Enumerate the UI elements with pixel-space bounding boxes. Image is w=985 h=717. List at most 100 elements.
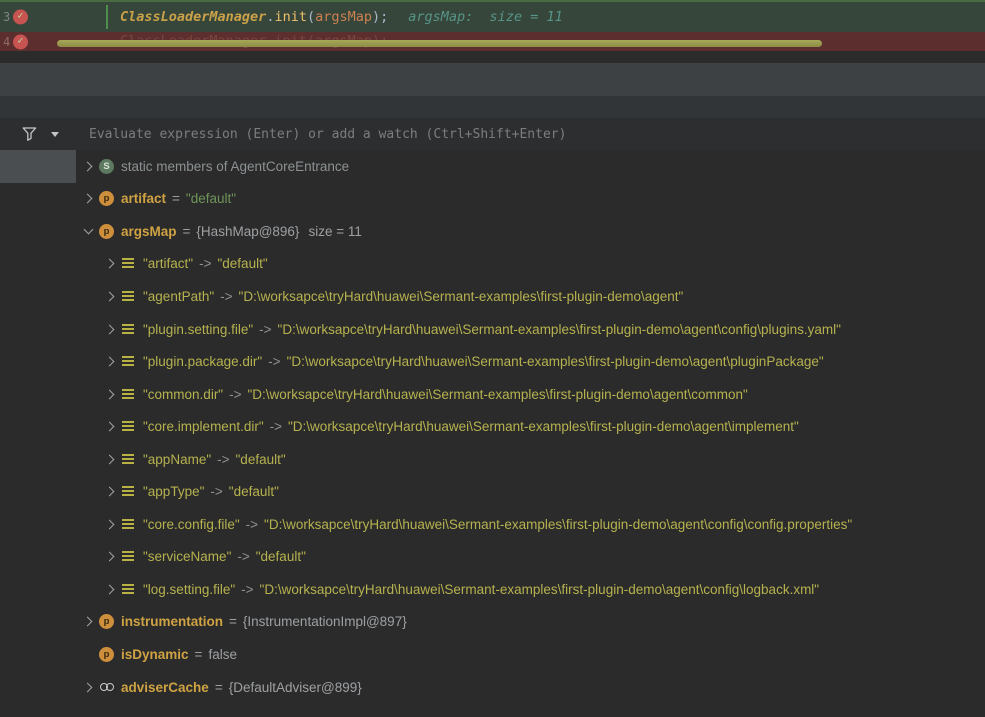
map-entry-icon xyxy=(121,419,136,434)
entry-value: "default" xyxy=(218,256,268,271)
chevron-right-icon[interactable] xyxy=(80,614,96,630)
tree-row-static-members[interactable]: S static members of AgentCoreEntrance xyxy=(0,150,985,183)
entry-key: "serviceName" xyxy=(143,549,231,564)
entry-key: "core.config.file" xyxy=(143,517,240,532)
chevron-right-icon[interactable] xyxy=(102,451,118,467)
chevron-right-icon[interactable] xyxy=(102,256,118,272)
entry-value: "default" xyxy=(256,549,306,564)
map-entry-icon xyxy=(121,322,136,337)
variable-name: argsMap xyxy=(121,224,177,239)
editor-current-line[interactable]: 3 ClassLoaderManager.init(argsMap);argsM… xyxy=(0,0,985,32)
tree-row-map-entry[interactable]: "common.dir" -> "D:\worksapce\tryHard\hu… xyxy=(0,378,985,411)
chevron-right-icon[interactable] xyxy=(102,484,118,500)
arrow: -> xyxy=(220,289,232,304)
chevron-down-icon[interactable] xyxy=(80,223,96,239)
arrow: -> xyxy=(259,322,271,337)
variable-value: "default" xyxy=(186,191,236,206)
chevron-right-icon[interactable] xyxy=(102,516,118,532)
equals-sign: = xyxy=(172,191,180,206)
entry-value: "D:\worksapce\tryHard\huawei\Sermant-exa… xyxy=(248,387,748,402)
arrow: -> xyxy=(268,354,280,369)
entry-value: "default" xyxy=(236,452,286,467)
variable-name: artifact xyxy=(121,191,166,206)
entry-value: "D:\worksapce\tryHard\huawei\Sermant-exa… xyxy=(260,582,820,597)
entry-key: "plugin.package.dir" xyxy=(143,354,262,369)
tree-row-map-entry[interactable]: "log.setting.file" -> "D:\worksapce\tryH… xyxy=(0,573,985,606)
breakpoint-verified-icon[interactable] xyxy=(13,10,28,25)
map-entry-icon xyxy=(121,484,136,499)
field-icon: p xyxy=(99,224,114,239)
arrow: -> xyxy=(210,484,222,499)
tree-row-instrumentation[interactable]: p instrumentation = {InstrumentationImpl… xyxy=(0,606,985,639)
variables-tree: S static members of AgentCoreEntrance p … xyxy=(0,150,985,703)
tree-row-map-entry[interactable]: "plugin.package.dir" -> "D:\worksapce\tr… xyxy=(0,345,985,378)
arrow: -> xyxy=(217,452,229,467)
code-line: ClassLoaderManager.init(argsMap);argsMap… xyxy=(120,9,563,25)
evaluate-expression-input[interactable]: Evaluate expression (Enter) or add a wat… xyxy=(89,127,566,142)
tree-row-map-entry[interactable]: "agentPath" -> "D:\worksapce\tryHard\hua… xyxy=(0,280,985,313)
tree-row-artifact[interactable]: p artifact = "default" xyxy=(0,183,985,216)
editor-breakpoint-line[interactable]: 4 ClassLoaderManager.init(argsMap); xyxy=(0,32,985,51)
variable-value: {HashMap@896} xyxy=(196,224,299,239)
tree-row-map-entry[interactable]: "artifact" -> "default" xyxy=(0,248,985,281)
horizontal-scrollbar-thumb[interactable] xyxy=(57,40,822,47)
variable-name: instrumentation xyxy=(121,614,223,629)
arrow: -> xyxy=(237,549,249,564)
inline-debugger-hint: argsMap: size = 11 xyxy=(408,9,562,25)
variable-value: false xyxy=(208,647,237,662)
method-token: init xyxy=(274,9,307,25)
entry-key: "appType" xyxy=(143,484,204,499)
class-name-token: ClassLoaderManager xyxy=(120,9,266,25)
entry-value: "D:\worksapce\tryHard\huawei\Sermant-exa… xyxy=(264,517,852,532)
node-label: static members of AgentCoreEntrance xyxy=(121,159,349,174)
tree-row-advisercache[interactable]: adviserCache = {DefaultAdviser@899} xyxy=(0,671,985,704)
caret xyxy=(106,5,108,29)
variable-name: adviserCache xyxy=(121,680,209,695)
evaluate-expression-bar[interactable]: Evaluate expression (Enter) or add a wat… xyxy=(0,118,985,150)
equals-sign: = xyxy=(215,680,223,695)
debug-toolbar-band xyxy=(0,63,985,96)
field-icon: p xyxy=(99,191,114,206)
chevron-right-icon[interactable] xyxy=(102,386,118,402)
entry-value: "D:\worksapce\tryHard\huawei\Sermant-exa… xyxy=(288,419,799,434)
arrow: -> xyxy=(241,582,253,597)
collection-size: size = 11 xyxy=(308,224,361,239)
chevron-right-icon[interactable] xyxy=(80,191,96,207)
equals-sign: = xyxy=(195,647,203,662)
chevron-down-icon[interactable] xyxy=(51,132,59,137)
tree-row-argsmap[interactable]: p argsMap = {HashMap@896} size = 11 xyxy=(0,215,985,248)
chevron-right-icon[interactable] xyxy=(102,321,118,337)
tree-row-map-entry[interactable]: "core.implement.dir" -> "D:\worksapce\tr… xyxy=(0,410,985,443)
chevron-right-icon[interactable] xyxy=(80,158,96,174)
entry-key: "appName" xyxy=(143,452,211,467)
entry-value: "D:\worksapce\tryHard\huawei\Sermant-exa… xyxy=(239,289,684,304)
chevron-right-icon[interactable] xyxy=(80,679,96,695)
variable-name: isDynamic xyxy=(121,647,189,662)
breakpoint-verified-icon[interactable] xyxy=(13,34,28,49)
map-entry-icon xyxy=(121,452,136,467)
chevron-right-icon[interactable] xyxy=(102,581,118,597)
argument-token: argsMap xyxy=(315,9,372,25)
adviser-cache-icon xyxy=(99,680,114,695)
filter-icon[interactable] xyxy=(22,127,37,141)
chevron-right-icon[interactable] xyxy=(102,419,118,435)
map-entry-icon xyxy=(121,549,136,564)
map-entry-icon xyxy=(121,354,136,369)
tree-row-isdynamic[interactable]: p isDynamic = false xyxy=(0,638,985,671)
equals-sign: = xyxy=(229,614,237,629)
line-number: 4 xyxy=(3,35,10,49)
tree-row-map-entry[interactable]: "appName" -> "default" xyxy=(0,443,985,476)
tree-row-map-entry[interactable]: "core.config.file" -> "D:\worksapce\tryH… xyxy=(0,508,985,541)
entry-value: "D:\worksapce\tryHard\huawei\Sermant-exa… xyxy=(278,322,841,337)
chevron-right-icon[interactable] xyxy=(102,288,118,304)
map-entry-icon xyxy=(121,256,136,271)
chevron-right-icon[interactable] xyxy=(102,354,118,370)
tree-row-map-entry[interactable]: "plugin.setting.file" -> "D:\worksapce\t… xyxy=(0,313,985,346)
tree-row-map-entry[interactable]: "serviceName" -> "default" xyxy=(0,541,985,574)
line-number: 3 xyxy=(3,10,10,24)
tree-row-map-entry[interactable]: "appType" -> "default" xyxy=(0,475,985,508)
chevron-right-icon[interactable] xyxy=(102,549,118,565)
paren-open-token: ( xyxy=(307,9,315,25)
entry-value: "D:\worksapce\tryHard\huawei\Sermant-exa… xyxy=(287,354,824,369)
entry-value: "default" xyxy=(229,484,279,499)
